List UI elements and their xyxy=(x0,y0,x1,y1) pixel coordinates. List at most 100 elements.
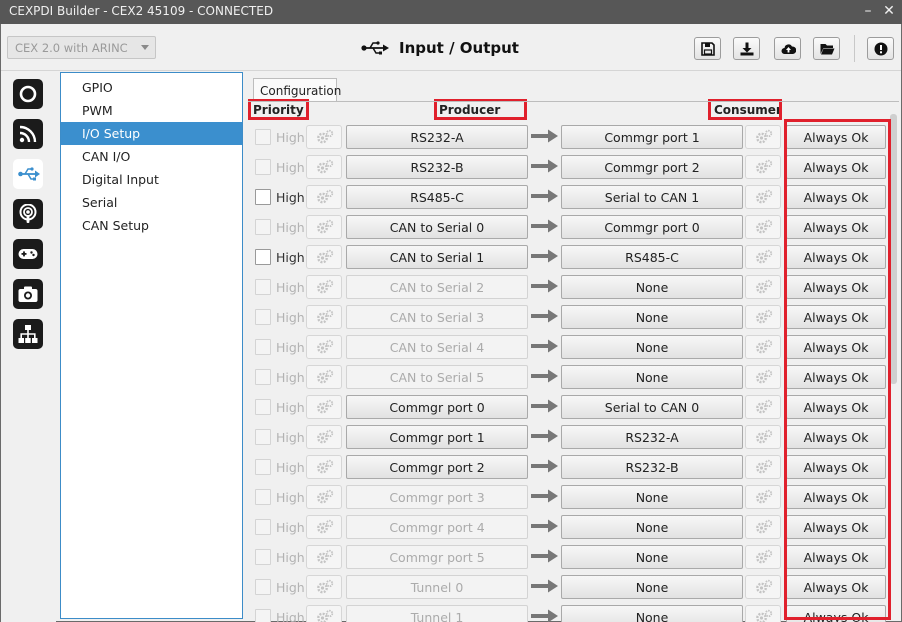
subnav-item-serial[interactable]: Serial xyxy=(61,191,242,214)
producer-settings-button[interactable] xyxy=(306,245,342,269)
info-button[interactable] xyxy=(867,37,894,60)
producer-button[interactable]: Tunnel 0 xyxy=(346,575,528,599)
consumer-settings-button[interactable] xyxy=(745,275,781,299)
producer-button[interactable]: Commgr port 1 xyxy=(346,425,528,449)
priority-checkbox[interactable] xyxy=(255,249,271,265)
producer-settings-button[interactable] xyxy=(306,515,342,539)
sidebar-item-communications[interactable] xyxy=(13,119,43,149)
consumer-button[interactable]: None xyxy=(561,275,743,299)
subnav-item-can-io[interactable]: CAN I/O xyxy=(61,145,242,168)
save-button[interactable] xyxy=(694,37,721,60)
priority-checkbox[interactable] xyxy=(255,429,271,445)
consumer-settings-button[interactable] xyxy=(745,185,781,209)
sidebar-item-network[interactable] xyxy=(13,319,43,349)
consumer-button[interactable]: Commgr port 2 xyxy=(561,155,743,179)
consumer-button[interactable]: RS232-A xyxy=(561,425,743,449)
producer-settings-button[interactable] xyxy=(306,605,342,622)
producer-settings-button[interactable] xyxy=(306,425,342,449)
producer-button[interactable]: CAN to Serial 3 xyxy=(346,305,528,329)
producer-settings-button[interactable] xyxy=(306,275,342,299)
producer-button[interactable]: CAN to Serial 0 xyxy=(346,215,528,239)
subnav-item-pwm[interactable]: PWM xyxy=(61,99,242,122)
producer-settings-button[interactable] xyxy=(306,335,342,359)
consumer-settings-button[interactable] xyxy=(745,365,781,389)
consumer-settings-button[interactable] xyxy=(745,515,781,539)
sidebar-item-input-output[interactable] xyxy=(13,159,43,189)
consumer-settings-button[interactable] xyxy=(745,455,781,479)
producer-button[interactable]: Commgr port 4 xyxy=(346,515,528,539)
producer-button[interactable]: CAN to Serial 4 xyxy=(346,335,528,359)
consumer-button[interactable]: None xyxy=(561,575,743,599)
consumer-settings-button[interactable] xyxy=(745,425,781,449)
consumer-settings-button[interactable] xyxy=(745,155,781,179)
priority-checkbox[interactable] xyxy=(255,609,271,622)
consumer-settings-button[interactable] xyxy=(745,485,781,509)
sidebar-item-camera[interactable] xyxy=(13,279,43,309)
producer-button[interactable]: Commgr port 3 xyxy=(346,485,528,509)
consumer-button[interactable]: Commgr port 1 xyxy=(561,125,743,149)
consumer-settings-button[interactable] xyxy=(745,305,781,329)
priority-checkbox[interactable] xyxy=(255,399,271,415)
producer-settings-button[interactable] xyxy=(306,305,342,329)
producer-settings-button[interactable] xyxy=(306,575,342,599)
producer-button[interactable]: Commgr port 5 xyxy=(346,545,528,569)
open-folder-button[interactable] xyxy=(813,37,840,60)
producer-button[interactable]: CAN to Serial 5 xyxy=(346,365,528,389)
sidebar-item-status[interactable] xyxy=(13,79,43,109)
producer-settings-button[interactable] xyxy=(306,455,342,479)
producer-settings-button[interactable] xyxy=(306,155,342,179)
priority-checkbox[interactable] xyxy=(255,309,271,325)
producer-button[interactable]: Commgr port 0 xyxy=(346,395,528,419)
consumer-settings-button[interactable] xyxy=(745,335,781,359)
close-button[interactable]: ✕ xyxy=(881,3,897,19)
producer-settings-button[interactable] xyxy=(306,365,342,389)
producer-button[interactable]: Tunnel 1 xyxy=(346,605,528,622)
priority-checkbox[interactable] xyxy=(255,369,271,385)
consumer-button[interactable]: None xyxy=(561,485,743,509)
producer-settings-button[interactable] xyxy=(306,485,342,509)
consumer-button[interactable]: None xyxy=(561,305,743,329)
consumer-settings-button[interactable] xyxy=(745,125,781,149)
producer-button[interactable]: CAN to Serial 2 xyxy=(346,275,528,299)
priority-checkbox[interactable] xyxy=(255,549,271,565)
consumer-button[interactable]: None xyxy=(561,515,743,539)
priority-checkbox[interactable] xyxy=(255,579,271,595)
consumer-settings-button[interactable] xyxy=(745,575,781,599)
priority-checkbox[interactable] xyxy=(255,129,271,145)
scrollbar-thumb[interactable] xyxy=(890,114,897,384)
priority-checkbox[interactable] xyxy=(255,189,271,205)
consumer-button[interactable]: None xyxy=(561,545,743,569)
consumer-button[interactable]: RS232-B xyxy=(561,455,743,479)
sidebar-item-joystick[interactable] xyxy=(13,239,43,269)
producer-button[interactable]: CAN to Serial 1 xyxy=(346,245,528,269)
consumer-button[interactable]: None xyxy=(561,605,743,622)
consumer-button[interactable]: RS485-C xyxy=(561,245,743,269)
producer-settings-button[interactable] xyxy=(306,215,342,239)
device-select[interactable]: CEX 2.0 with ARINC xyxy=(7,36,156,59)
producer-settings-button[interactable] xyxy=(306,545,342,569)
priority-checkbox[interactable] xyxy=(255,459,271,475)
producer-settings-button[interactable] xyxy=(306,395,342,419)
subnav-item-can-setup[interactable]: CAN Setup xyxy=(61,214,242,237)
consumer-settings-button[interactable] xyxy=(745,245,781,269)
consumer-button[interactable]: None xyxy=(561,335,743,359)
consumer-button[interactable]: Commgr port 0 xyxy=(561,215,743,239)
producer-button[interactable]: Commgr port 2 xyxy=(346,455,528,479)
cloud-upload-button[interactable] xyxy=(774,37,801,60)
consumer-settings-button[interactable] xyxy=(745,215,781,239)
priority-checkbox[interactable] xyxy=(255,219,271,235)
consumer-button[interactable]: None xyxy=(561,365,743,389)
consumer-settings-button[interactable] xyxy=(745,395,781,419)
consumer-settings-button[interactable] xyxy=(745,605,781,622)
download-button[interactable] xyxy=(733,37,760,60)
producer-settings-button[interactable] xyxy=(306,185,342,209)
subnav-item-gpio[interactable]: GPIO xyxy=(61,76,242,99)
consumer-button[interactable]: Serial to CAN 0 xyxy=(561,395,743,419)
priority-checkbox[interactable] xyxy=(255,279,271,295)
subnav-item-digital-input[interactable]: Digital Input xyxy=(61,168,242,191)
priority-checkbox[interactable] xyxy=(255,339,271,355)
priority-checkbox[interactable] xyxy=(255,519,271,535)
consumer-settings-button[interactable] xyxy=(745,545,781,569)
producer-button[interactable]: RS232-A xyxy=(346,125,528,149)
producer-settings-button[interactable] xyxy=(306,125,342,149)
